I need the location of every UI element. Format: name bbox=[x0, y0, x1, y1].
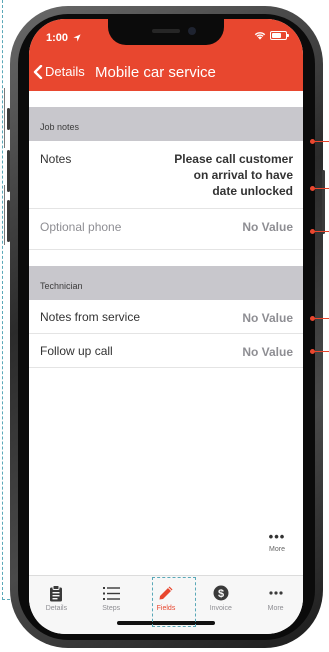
field-row-notes-from-service[interactable]: Notes from service No Value bbox=[29, 300, 303, 334]
clipboard-icon bbox=[50, 584, 63, 601]
status-icons bbox=[254, 31, 289, 40]
page-title: Mobile car service bbox=[95, 64, 216, 81]
wifi-icon bbox=[254, 32, 266, 40]
tab-label: Invoice bbox=[209, 605, 232, 612]
notch bbox=[108, 19, 224, 45]
svg-text:$: $ bbox=[218, 588, 224, 600]
speaker-grille bbox=[152, 29, 180, 33]
front-camera bbox=[188, 27, 196, 35]
back-button[interactable]: Details bbox=[33, 64, 85, 79]
annotation-pointer-dot bbox=[310, 186, 315, 191]
annotation-dashed-line-left bbox=[2, 0, 3, 600]
status-time: 1:00 bbox=[46, 32, 81, 44]
annotation-pointer-dot bbox=[310, 139, 315, 144]
field-label-notes: Notes bbox=[40, 152, 72, 166]
annotation-pointer-dot bbox=[310, 316, 315, 321]
field-value-notes: Please call customer on arrival to have … bbox=[174, 141, 293, 199]
field-row-follow-up-call[interactable]: Follow up call No Value bbox=[29, 334, 303, 368]
location-arrow-icon bbox=[73, 34, 81, 42]
field-value-follow-up-call: No Value bbox=[242, 345, 293, 359]
notes-value-line: on arrival to have bbox=[193, 168, 293, 182]
status-time-text: 1:00 bbox=[46, 32, 69, 44]
field-value-optional-phone: No Value bbox=[242, 220, 293, 234]
ellipsis-icon: ••• bbox=[268, 529, 286, 544]
fields-list: Job notes Notes Please call customer on … bbox=[29, 91, 303, 368]
field-label-follow-up-call: Follow up call bbox=[40, 344, 113, 358]
annotation-bracket bbox=[4, 185, 11, 245]
dollar-circle-icon: $ bbox=[213, 585, 229, 601]
tab-steps[interactable]: Steps bbox=[84, 576, 139, 634]
section-header-job-notes: Job notes bbox=[29, 107, 303, 141]
tab-label: Steps bbox=[102, 605, 121, 612]
back-button-label: Details bbox=[45, 64, 85, 79]
tab-label: More bbox=[267, 605, 284, 612]
ellipsis-icon bbox=[268, 591, 283, 595]
section-gap bbox=[29, 250, 303, 266]
tab-invoice[interactable]: $ Invoice bbox=[193, 576, 248, 634]
tab-label: Details bbox=[45, 605, 68, 612]
annotation-pointer-dot bbox=[310, 229, 315, 234]
field-row-notes[interactable]: Notes Please call customer on arrival to… bbox=[29, 141, 303, 209]
notes-value-line: date unlocked bbox=[212, 184, 293, 198]
annotation-bracket bbox=[4, 88, 11, 148]
more-overflow-button[interactable]: ••• More bbox=[264, 528, 290, 553]
more-overflow-label: More bbox=[269, 546, 285, 553]
list-top-spacer bbox=[29, 91, 303, 107]
field-label-optional-phone: Optional phone bbox=[40, 220, 122, 234]
power-button bbox=[322, 170, 325, 234]
tab-more[interactable]: More bbox=[248, 576, 303, 634]
list-icon bbox=[102, 586, 120, 600]
phone-screen: 1:00 Details Mobile car service Job note… bbox=[29, 19, 303, 634]
field-row-optional-phone[interactable]: Optional phone No Value bbox=[29, 209, 303, 250]
annotation-highlight-fields-tab bbox=[152, 577, 196, 627]
field-label-notes-from-service: Notes from service bbox=[40, 310, 141, 324]
chevron-left-icon bbox=[33, 64, 43, 79]
tab-details[interactable]: Details bbox=[29, 576, 84, 634]
notes-value-line: Please call customer bbox=[174, 152, 293, 166]
annotation-pointer-dot bbox=[310, 349, 315, 354]
field-value-notes-from-service: No Value bbox=[242, 311, 293, 325]
section-header-technician: Technician bbox=[29, 266, 303, 300]
battery-icon bbox=[270, 31, 289, 40]
